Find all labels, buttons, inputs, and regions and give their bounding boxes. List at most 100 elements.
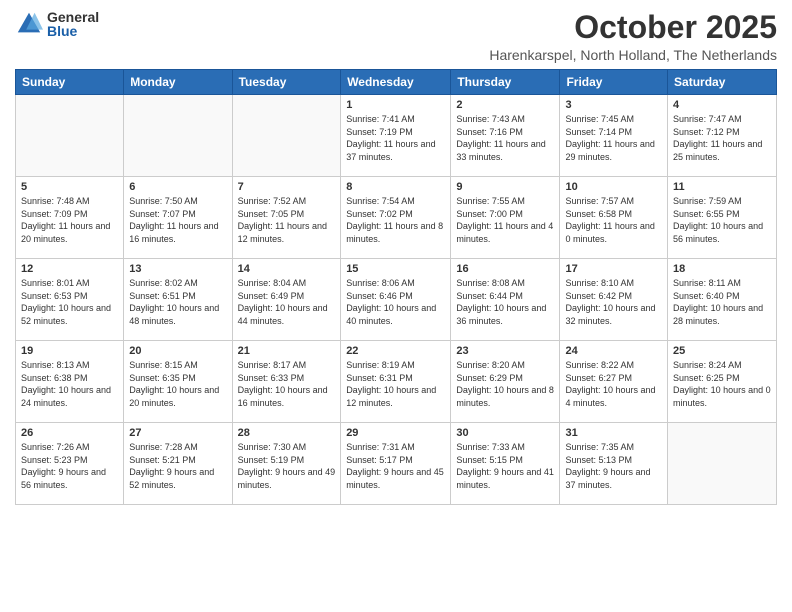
header-thursday: Thursday [451, 70, 560, 95]
calendar-cell [124, 95, 232, 177]
day-number: 25 [673, 345, 771, 357]
calendar-cell: 27 Sunrise: 7:28 AM Sunset: 5:21 PM Dayli… [124, 423, 232, 505]
title-block: October 2025 Harenkarspel, North Holland… [489, 10, 777, 63]
calendar-cell: 12 Sunrise: 8:01 AM Sunset: 6:53 PM Dayli… [16, 259, 124, 341]
cell-content: Sunrise: 7:30 AM Sunset: 5:19 PM Dayligh… [238, 441, 336, 491]
cell-content: Sunrise: 7:55 AM Sunset: 7:00 PM Dayligh… [456, 195, 554, 245]
header-friday: Friday [560, 70, 668, 95]
calendar-cell: 18 Sunrise: 8:11 AM Sunset: 6:40 PM Dayli… [668, 259, 777, 341]
header-sunday: Sunday [16, 70, 124, 95]
day-number: 21 [238, 345, 336, 357]
calendar-cell: 20Sunrise: 8:15 AM Sunset: 6:35 PM Dayli… [124, 341, 232, 423]
weekday-header-row: Sunday Monday Tuesday Wednesday Thursday… [16, 70, 777, 95]
day-number: 23 [456, 345, 554, 357]
day-number: 6 [129, 181, 226, 193]
day-number: 18 [673, 263, 771, 275]
calendar-cell: 10 Sunrise: 7:57 AM Sunset: 6:58 PM Dayli… [560, 177, 668, 259]
cell-content: Sunrise: 7:43 AM Sunset: 7:16 PM Dayligh… [456, 113, 554, 163]
logo-blue-text: Blue [47, 24, 99, 38]
cell-content: Sunrise: 8:10 AM Sunset: 6:42 PM Dayligh… [565, 277, 662, 327]
day-number: 11 [673, 181, 771, 193]
cell-content: Sunrise: 8:01 AM Sunset: 6:53 PM Dayligh… [21, 277, 118, 327]
cell-content: Sunrise: 7:50 AM Sunset: 7:07 PM Dayligh… [129, 195, 226, 245]
day-number: 24 [565, 345, 662, 357]
cell-content: Sunrise: 8:24 AM Sunset: 6:25 PM Dayligh… [673, 359, 771, 409]
location: Harenkarspel, North Holland, The Netherl… [489, 47, 777, 63]
cell-content: Sunrise: 7:54 AM Sunset: 7:02 PM Dayligh… [346, 195, 445, 245]
cell-content: Sunrise: 8:22 AM Sunset: 6:27 PM Dayligh… [565, 359, 662, 409]
logo-general-text: General [47, 10, 99, 24]
calendar-cell: 19 Sunrise: 8:13 AM Sunset: 6:38 PM Dayli… [16, 341, 124, 423]
calendar-cell: 9 Sunrise: 7:55 AM Sunset: 7:00 PM Daylig… [451, 177, 560, 259]
day-number: 15 [346, 263, 445, 275]
calendar-week-row: 12 Sunrise: 8:01 AM Sunset: 6:53 PM Dayli… [16, 259, 777, 341]
cell-content: Sunrise: 7:45 AM Sunset: 7:14 PM Dayligh… [565, 113, 662, 163]
calendar-cell: 11 Sunrise: 7:59 AM Sunset: 6:55 PM Dayli… [668, 177, 777, 259]
day-number: 17 [565, 263, 662, 275]
day-number: 4 [673, 99, 771, 111]
cell-content: Sunrise: 8:04 AM Sunset: 6:49 PM Dayligh… [238, 277, 336, 327]
cell-content: Sunrise: 7:31 AM Sunset: 5:17 PM Dayligh… [346, 441, 445, 491]
calendar-cell: 15 Sunrise: 8:06 AM Sunset: 6:46 PM Dayli… [341, 259, 451, 341]
day-number: 30 [456, 427, 554, 439]
day-number: 20 [129, 345, 226, 357]
calendar-cell: 3 Sunrise: 7:45 AM Sunset: 7:14 PM Daylig… [560, 95, 668, 177]
header-wednesday: Wednesday [341, 70, 451, 95]
cell-content: Sunrise: 8:02 AM Sunset: 6:51 PM Dayligh… [129, 277, 226, 327]
calendar-table: Sunday Monday Tuesday Wednesday Thursday… [15, 69, 777, 505]
calendar-cell: 28Sunrise: 7:30 AM Sunset: 5:19 PM Dayli… [232, 423, 341, 505]
calendar-cell [232, 95, 341, 177]
day-number: 2 [456, 99, 554, 111]
cell-content: Sunrise: 7:41 AM Sunset: 7:19 PM Dayligh… [346, 113, 445, 163]
day-number: 3 [565, 99, 662, 111]
header: General Blue October 2025 Harenkarspel, … [15, 10, 777, 63]
cell-content: Sunrise: 8:08 AM Sunset: 6:44 PM Dayligh… [456, 277, 554, 327]
calendar-cell: 24 Sunrise: 8:22 AM Sunset: 6:27 PM Dayli… [560, 341, 668, 423]
cell-content: Sunrise: 7:59 AM Sunset: 6:55 PM Dayligh… [673, 195, 771, 245]
cell-content: Sunrise: 8:11 AM Sunset: 6:40 PM Dayligh… [673, 277, 771, 327]
calendar-cell: 29Sunrise: 7:31 AM Sunset: 5:17 PM Dayli… [341, 423, 451, 505]
header-tuesday: Tuesday [232, 70, 341, 95]
day-number: 9 [456, 181, 554, 193]
calendar-week-row: 26Sunrise: 7:26 AM Sunset: 5:23 PM Dayli… [16, 423, 777, 505]
calendar-cell: 6 Sunrise: 7:50 AM Sunset: 7:07 PM Daylig… [124, 177, 232, 259]
day-number: 13 [129, 263, 226, 275]
calendar-week-row: 19 Sunrise: 8:13 AM Sunset: 6:38 PM Dayli… [16, 341, 777, 423]
cell-content: Sunrise: 8:06 AM Sunset: 6:46 PM Dayligh… [346, 277, 445, 327]
day-number: 5 [21, 181, 118, 193]
day-number: 1 [346, 99, 445, 111]
day-number: 12 [21, 263, 118, 275]
cell-content: Sunrise: 7:52 AM Sunset: 7:05 PM Dayligh… [238, 195, 336, 245]
day-number: 10 [565, 181, 662, 193]
calendar-cell: 22 Sunrise: 8:19 AM Sunset: 6:31 PM Dayli… [341, 341, 451, 423]
logo: General Blue [15, 10, 99, 38]
calendar-cell: 14 Sunrise: 8:04 AM Sunset: 6:49 PM Dayli… [232, 259, 341, 341]
cell-content: Sunrise: 7:47 AM Sunset: 7:12 PM Dayligh… [673, 113, 771, 163]
day-number: 22 [346, 345, 445, 357]
calendar-cell: 8 Sunrise: 7:54 AM Sunset: 7:02 PM Daylig… [341, 177, 451, 259]
cell-content: Sunrise: 8:13 AM Sunset: 6:38 PM Dayligh… [21, 359, 118, 409]
calendar-cell: 4 Sunrise: 7:47 AM Sunset: 7:12 PM Daylig… [668, 95, 777, 177]
logo-text: General Blue [47, 10, 99, 38]
cell-content: Sunrise: 7:28 AM Sunset: 5:21 PM Dayligh… [129, 441, 226, 491]
calendar-cell: 13 Sunrise: 8:02 AM Sunset: 6:51 PM Dayli… [124, 259, 232, 341]
calendar-body: 1 Sunrise: 7:41 AM Sunset: 7:19 PM Daylig… [16, 95, 777, 505]
calendar-cell: 31Sunrise: 7:35 AM Sunset: 5:13 PM Dayli… [560, 423, 668, 505]
day-number: 27 [129, 427, 226, 439]
cell-content: Sunrise: 7:33 AM Sunset: 5:15 PM Dayligh… [456, 441, 554, 491]
day-number: 14 [238, 263, 336, 275]
calendar-cell: 17 Sunrise: 8:10 AM Sunset: 6:42 PM Dayli… [560, 259, 668, 341]
logo-icon [15, 10, 43, 38]
calendar-cell: 5 Sunrise: 7:48 AM Sunset: 7:09 PM Daylig… [16, 177, 124, 259]
day-number: 31 [565, 427, 662, 439]
day-number: 8 [346, 181, 445, 193]
calendar-cell: 16Sunrise: 8:08 AM Sunset: 6:44 PM Dayli… [451, 259, 560, 341]
cell-content: Sunrise: 8:19 AM Sunset: 6:31 PM Dayligh… [346, 359, 445, 409]
day-number: 19 [21, 345, 118, 357]
cell-content: Sunrise: 7:48 AM Sunset: 7:09 PM Dayligh… [21, 195, 118, 245]
header-monday: Monday [124, 70, 232, 95]
calendar-cell [668, 423, 777, 505]
cell-content: Sunrise: 7:57 AM Sunset: 6:58 PM Dayligh… [565, 195, 662, 245]
calendar-week-row: 1 Sunrise: 7:41 AM Sunset: 7:19 PM Daylig… [16, 95, 777, 177]
calendar-cell: 30 Sunrise: 7:33 AM Sunset: 5:15 PM Dayli… [451, 423, 560, 505]
